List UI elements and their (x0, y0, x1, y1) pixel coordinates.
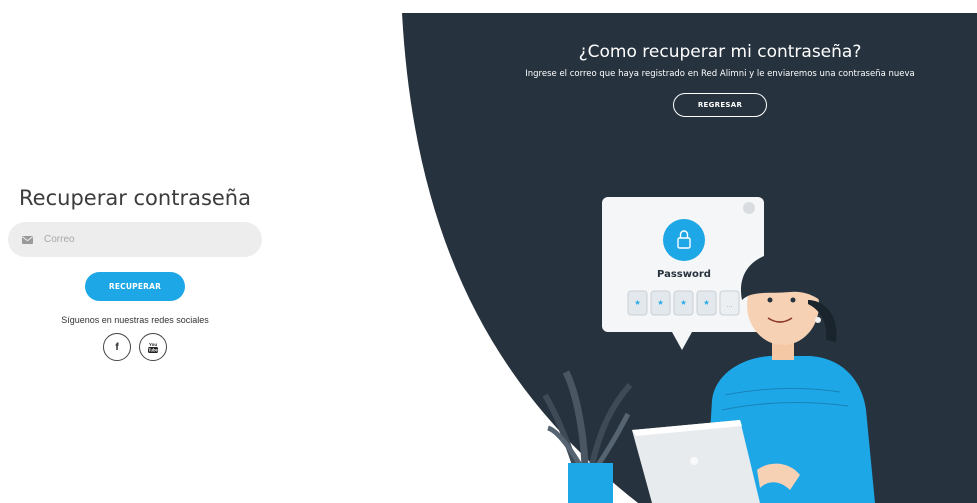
masked-ellipsis: ... (727, 302, 733, 309)
password-illustration: Password * * * * ... (542, 197, 875, 503)
masked-char: * (704, 299, 709, 311)
password-card: Password * * * * ... (602, 197, 764, 350)
plant-illustration (542, 370, 633, 503)
card-title: Password (657, 269, 711, 280)
masked-char: * (658, 299, 663, 311)
lock-icon (663, 219, 705, 261)
masked-char: * (635, 299, 640, 311)
masked-char: * (681, 299, 686, 311)
masked-boxes: * * * * ... (627, 290, 740, 316)
